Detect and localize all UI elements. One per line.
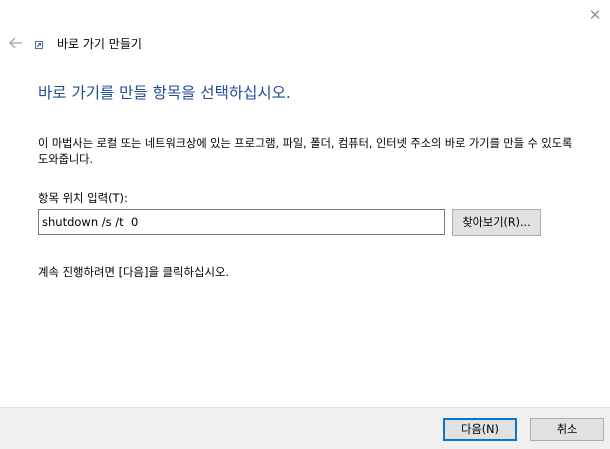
close-button[interactable]: ✕ [586,6,604,24]
continue-instruction: 계속 진행하려면 [다음]을 클릭하십시오. [38,265,230,279]
next-button[interactable]: 다음(N) [443,418,517,441]
close-icon: ✕ [588,6,602,24]
description-text: 이 마법사는 로컬 또는 네트워크상에 있는 프로그램, 파일, 폴더, 컴퓨터… [38,137,573,166]
create-shortcut-window: ✕ 바로 가기 만들기 바로 가기를 만들 항목을 선택하십시오. 이 마법사는… [0,0,610,449]
location-label: 항목 위치 입력(T): [38,191,128,205]
page-heading: 바로 가기를 만들 항목을 선택하십시오. [38,84,291,102]
wizard-title: 바로 가기 만들기 [57,37,142,51]
browse-button[interactable]: 찾아보기(R)... [452,209,541,236]
shortcut-icon [35,41,43,49]
cancel-button[interactable]: 취소 [530,418,604,441]
footer-bar [0,407,610,449]
back-button[interactable] [8,36,24,50]
location-input[interactable] [38,209,445,235]
back-arrow-icon [9,37,22,49]
